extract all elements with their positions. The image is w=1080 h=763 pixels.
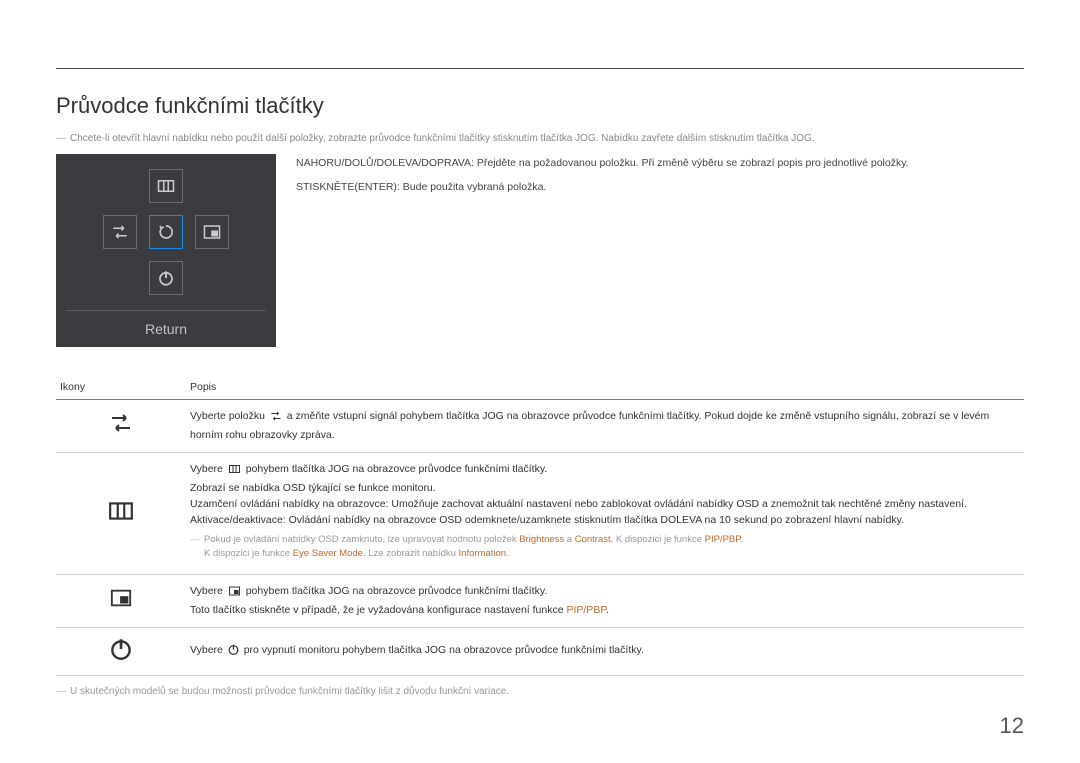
footer-note: U skutečných modelů se budou možnosti pr… [56,686,1024,697]
intro-note: Chcete-li otevřít hlavní nabídku nebo po… [56,133,1024,144]
table-row: Vybere pro vypnutí monitoru pohybem tlač… [56,627,1024,675]
table-row: Vybere pohybem tlačítka JOG na obrazovce… [56,575,1024,628]
dpad-right-pip [195,215,229,249]
icon-description-table: Ikony Popis Vyberte položku a změňte vst… [56,375,1024,676]
dpad-up-menu [149,169,183,203]
instruction-enter: STISKNĚTE(ENTER): Bude použita vybraná p… [296,180,909,196]
dpad-down-power [149,261,183,295]
osd-footer-label: Return [66,317,266,339]
power-icon [227,643,240,661]
source-icon [269,410,283,427]
table-row: Vybere pohybem tlačítka JOG na obrazovce… [56,452,1024,575]
jog-dpad [91,166,241,298]
pip-icon [227,585,242,602]
menu-lock-note-1: Pokud je ovládání nabídky OSD zamknuto, … [190,533,1020,562]
page-title: Průvodce funkčními tlačítky [56,93,1024,119]
menu-icon [227,463,242,480]
row-power-desc: Vybere pro vypnutí monitoru pohybem tlač… [186,627,1024,675]
row-source-desc: Vyberte položku a změňte vstupní signál … [186,400,1024,453]
dpad-center-return [149,215,183,249]
page-number: 12 [1000,713,1024,739]
table-row: Vyberte položku a změňte vstupní signál … [56,400,1024,453]
power-icon [108,636,134,667]
table-header-desc: Popis [186,375,1024,400]
top-divider [56,68,1024,69]
dpad-left-source [103,215,137,249]
row-menu-desc: Vybere pohybem tlačítka JOG na obrazovce… [186,452,1024,575]
row-pip-desc: Vybere pohybem tlačítka JOG na obrazovce… [186,575,1024,628]
instruction-navigate: NAHORU/DOLŮ/DOLEVA/DOPRAVA: Přejděte na … [296,156,909,172]
pip-icon [107,587,135,614]
osd-divider [66,310,266,311]
source-icon [106,411,136,440]
jog-instructions: NAHORU/DOLŮ/DOLEVA/DOPRAVA: Přejděte na … [296,154,909,347]
osd-preview-panel: Return [56,154,276,347]
menu-icon [104,498,138,529]
table-header-icons: Ikony [56,375,186,400]
